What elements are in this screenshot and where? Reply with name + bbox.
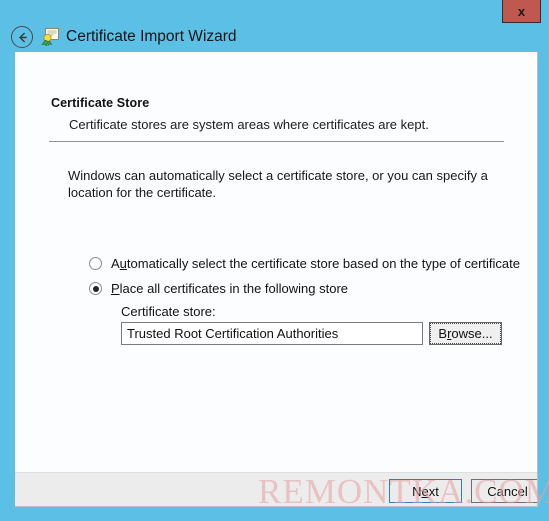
page-subtitle: Certificate stores are system areas wher… (69, 117, 429, 132)
certificate-store-label: Certificate store: (121, 304, 216, 319)
browse-button[interactable]: Br owse... (429, 322, 502, 345)
page-title: Certificate Store (51, 96, 150, 110)
radio-label-place: Place all certificates in the following … (111, 281, 348, 296)
radio-label-automatic-pre: A (111, 256, 120, 271)
next-button[interactable]: Ne xt (389, 479, 462, 503)
back-arrow-icon[interactable] (11, 26, 33, 48)
wizard-dialog: Certificate Store Certificate stores are… (15, 52, 538, 507)
window-titlebar: Certificate Import Wizard x (0, 0, 549, 52)
dialog-footer: Ne xt Cancel (15, 472, 537, 506)
radio-indicator-place[interactable] (89, 282, 102, 295)
next-label-accel: e (421, 483, 429, 499)
radio-label-automatic-accel: u (119, 256, 127, 271)
radio-label-automatic: Automatically select the certificate sto… (111, 256, 520, 271)
wizard-content-pane: Certificate Store Certificate stores are… (15, 52, 537, 472)
radio-indicator-automatic[interactable] (89, 257, 102, 270)
close-button[interactable]: x (502, 0, 541, 23)
header-divider (49, 141, 504, 142)
certificate-store-input[interactable] (121, 322, 423, 345)
radio-label-place-accel: P (111, 281, 120, 296)
cancel-button[interactable]: Cancel (471, 479, 537, 503)
certificate-icon (41, 27, 60, 47)
browse-label-post: owse... (451, 326, 493, 341)
intro-description: Windows can automatically select a certi… (68, 168, 488, 200)
next-label-post: xt (428, 483, 439, 499)
next-label-pre: N (412, 483, 422, 499)
radio-automatic-select[interactable]: Automatically select the certificate sto… (89, 256, 520, 271)
window-title: Certificate Import Wizard (66, 28, 237, 45)
radio-label-automatic-post: tomatically select the certificate store… (126, 256, 520, 271)
radio-place-in-store[interactable]: Place all certificates in the following … (89, 281, 348, 296)
radio-label-place-post: lace all certificates in the following s… (119, 281, 349, 296)
browse-label-pre: B (438, 326, 448, 341)
browse-button-focus-ring: Br owse... (430, 323, 501, 344)
